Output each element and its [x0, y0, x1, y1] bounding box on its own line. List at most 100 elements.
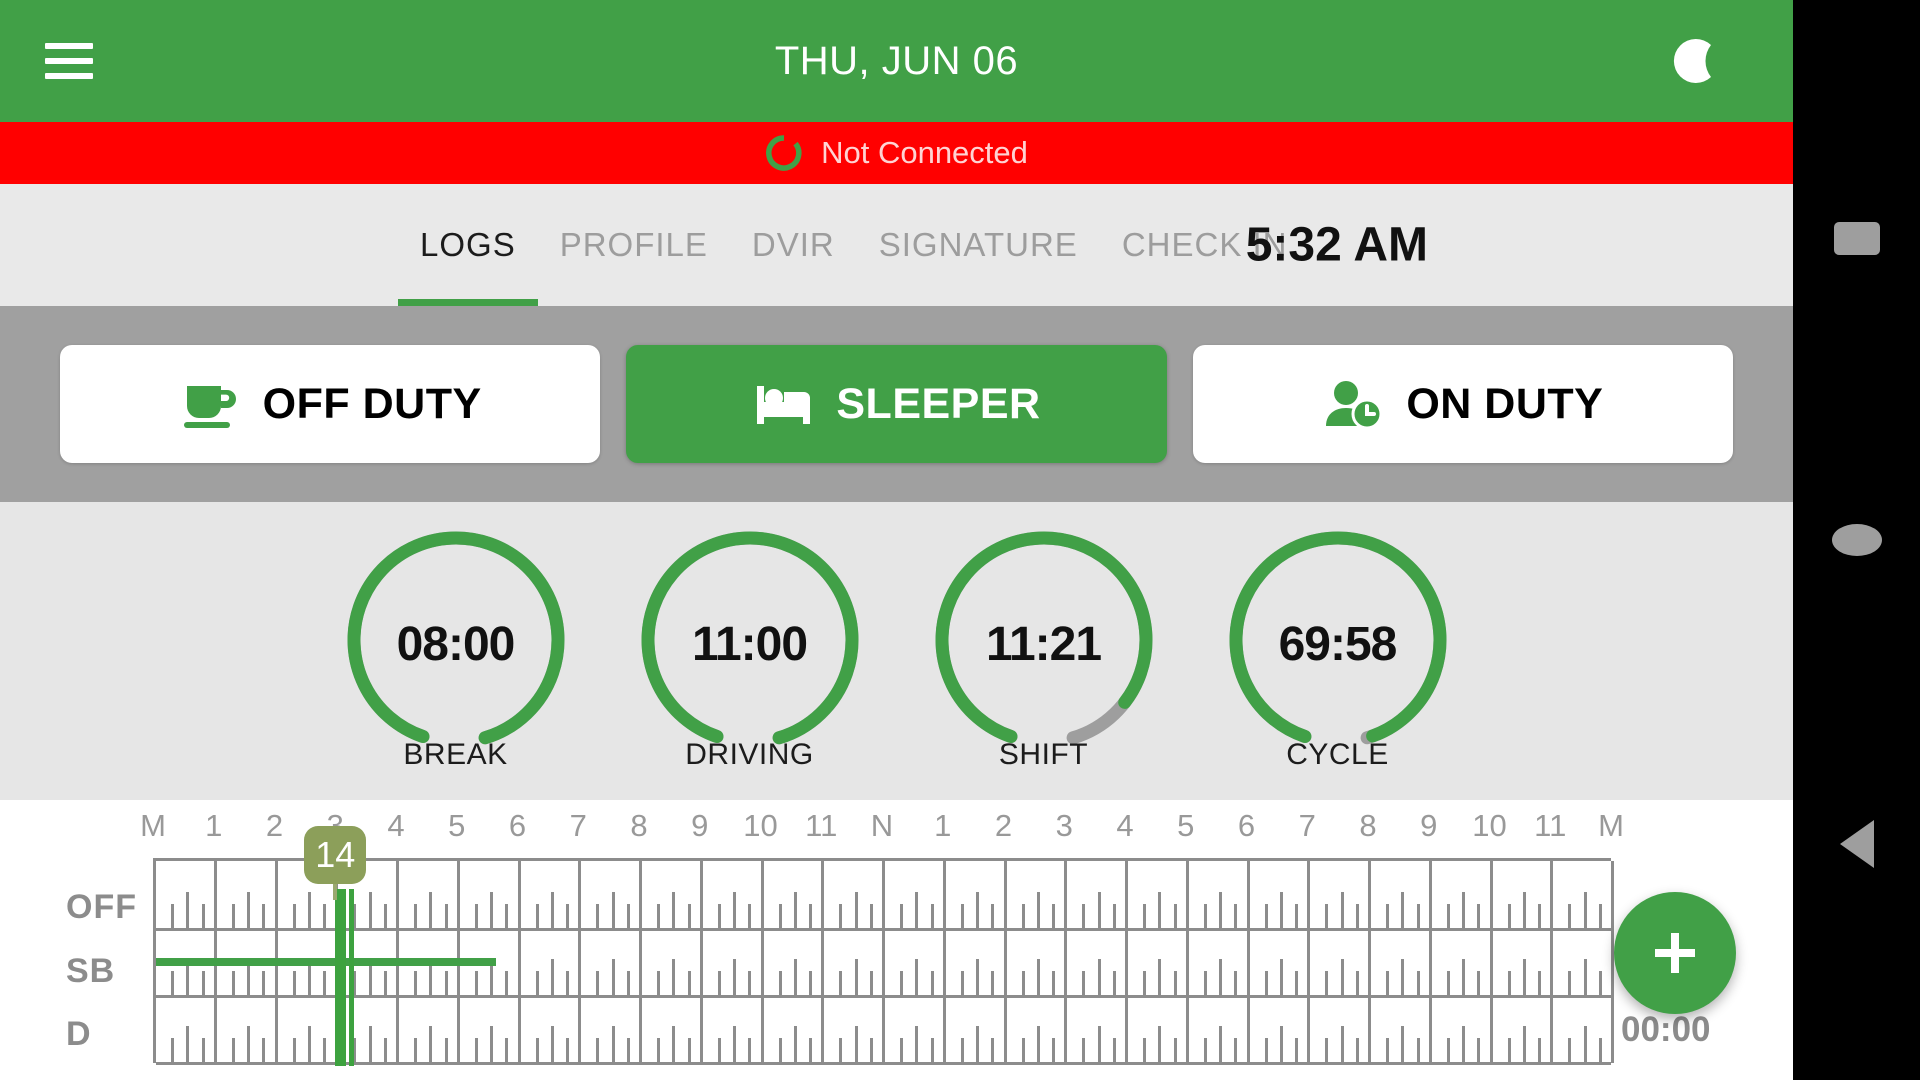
quarter-hour-tick [1401, 959, 1405, 995]
quarter-hour-tick [930, 1038, 934, 1062]
quarter-hour-tick [930, 971, 934, 995]
quarter-hour-tick [657, 1038, 661, 1062]
android-navigation-bar [1793, 0, 1920, 1080]
quarter-hour-tick [1538, 971, 1542, 995]
quarter-hour-tick [1052, 971, 1056, 995]
quarter-hour-tick [687, 1038, 691, 1062]
quarter-hour-tick [247, 1026, 251, 1062]
tab-dvir[interactable]: DVIR [730, 184, 857, 306]
quarter-hour-tick [262, 904, 266, 928]
hour-label: M [140, 808, 166, 843]
quarter-hour-tick [1538, 904, 1542, 928]
quarter-hour-tick [201, 904, 205, 928]
quarter-hour-tick [778, 904, 782, 928]
quarter-hour-tick [1173, 1038, 1177, 1062]
quarter-hour-tick [976, 1026, 980, 1062]
log-grid-canvas[interactable] [153, 858, 1614, 1066]
quarter-hour-tick [1325, 1038, 1329, 1062]
quarter-hour-tick [1355, 1038, 1359, 1062]
quarter-hour-tick [1143, 1038, 1147, 1062]
quarter-hour-tick [1295, 1038, 1299, 1062]
quarter-hour-tick [793, 959, 797, 995]
quarter-hour-tick [657, 904, 661, 928]
quarter-hour-tick [1477, 904, 1481, 928]
daily-log-graph[interactable]: M1234567891011N1234567891011M OFF SB D 1… [0, 800, 1793, 1066]
quarter-hour-tick [839, 904, 843, 928]
event-count-badge[interactable]: 14 [304, 826, 367, 884]
quarter-hour-tick [1568, 904, 1572, 928]
quarter-hour-tick [915, 1026, 919, 1062]
quarter-hour-tick [809, 904, 813, 928]
recents-square-icon[interactable] [1833, 222, 1880, 255]
duty-status-bar: OFF DUTY SLEEPER ON DUTY [0, 306, 1793, 502]
quarter-hour-tick [444, 1038, 448, 1062]
tab-list: LOGS PROFILE DVIR SIGNATURE CHECK IN [398, 184, 1310, 306]
off-duty-button[interactable]: OFF DUTY [60, 345, 601, 463]
quarter-hour-tick [1477, 1038, 1481, 1062]
quarter-hour-tick [991, 1038, 995, 1062]
quarter-hour-tick [262, 1038, 266, 1062]
home-circle-icon[interactable] [1831, 524, 1882, 556]
quarter-hour-tick [1279, 1026, 1283, 1062]
quarter-hour-tick [474, 1038, 478, 1062]
hour-label: 11 [805, 808, 838, 843]
quarter-hour-tick [1264, 971, 1268, 995]
quarter-hour-tick [1158, 1026, 1162, 1062]
quarter-hour-tick [1325, 971, 1329, 995]
quarter-hour-tick [535, 971, 539, 995]
sleeper-button[interactable]: SLEEPER [626, 345, 1167, 463]
bed-icon [752, 376, 814, 432]
quarter-hour-tick [1219, 959, 1223, 995]
quarter-hour-tick [566, 1038, 570, 1062]
quarter-hour-tick [383, 904, 387, 928]
quarter-hour-tick [1568, 1038, 1572, 1062]
hamburger-menu-icon[interactable] [45, 43, 93, 79]
quarter-hour-tick [1340, 892, 1344, 928]
quarter-hour-tick [1279, 959, 1283, 995]
crescent-moon-icon[interactable] [1669, 31, 1729, 91]
quarter-hour-tick [1203, 971, 1207, 995]
row-separator [156, 995, 1611, 998]
tab-profile[interactable]: PROFILE [538, 184, 730, 306]
quarter-hour-tick [1097, 892, 1101, 928]
quarter-hour-tick [778, 1038, 782, 1062]
back-triangle-left-icon[interactable] [1839, 820, 1874, 868]
quarter-hour-tick [748, 904, 752, 928]
hour-label: 6 [1237, 808, 1256, 843]
quarter-hour-tick [854, 1026, 858, 1062]
quarter-hour-tick [1355, 971, 1359, 995]
tab-logs[interactable]: LOGS [398, 184, 538, 306]
row-separator [156, 928, 1611, 931]
quarter-hour-tick [778, 971, 782, 995]
quarter-hour-tick [1143, 971, 1147, 995]
quarter-hour-tick [1522, 959, 1526, 995]
quarter-hour-tick [611, 1026, 615, 1062]
gauge-cycle-caption: CYCLE [1286, 738, 1389, 771]
current-time: 5:32 AM [1245, 218, 1428, 272]
on-duty-button[interactable]: ON DUTY [1192, 345, 1733, 463]
quarter-hour-tick [687, 971, 691, 995]
hour-label: 10 [743, 808, 778, 843]
screen-root: THU, JUN 06 Not Connected LOGS PROFILE D… [0, 0, 1920, 1080]
quarter-hour-tick [490, 892, 494, 928]
quarter-hour-tick [869, 971, 873, 995]
tab-signature[interactable]: SIGNATURE [857, 184, 1100, 306]
quarter-hour-tick [1219, 892, 1223, 928]
tab-bar: LOGS PROFILE DVIR SIGNATURE CHECK IN 5:3… [0, 184, 1793, 306]
quarter-hour-tick [444, 971, 448, 995]
hour-label: 2 [994, 808, 1013, 843]
quarter-hour-tick [490, 1026, 494, 1062]
quarter-hour-tick [1295, 971, 1299, 995]
quarter-hour-tick [672, 1026, 676, 1062]
quarter-hour-tick [323, 904, 327, 928]
quarter-hour-tick [414, 971, 418, 995]
quarter-hour-tick [869, 1038, 873, 1062]
quarter-hour-tick [1234, 971, 1238, 995]
hour-label: 8 [1359, 808, 1377, 843]
quarter-hour-tick [1021, 1038, 1025, 1062]
plus-icon [1655, 933, 1695, 973]
page-title: THU, JUN 06 [774, 38, 1019, 83]
add-event-fab[interactable] [1614, 892, 1736, 1014]
quarter-hour-tick [550, 892, 554, 928]
quarter-hour-tick [1036, 1026, 1040, 1062]
